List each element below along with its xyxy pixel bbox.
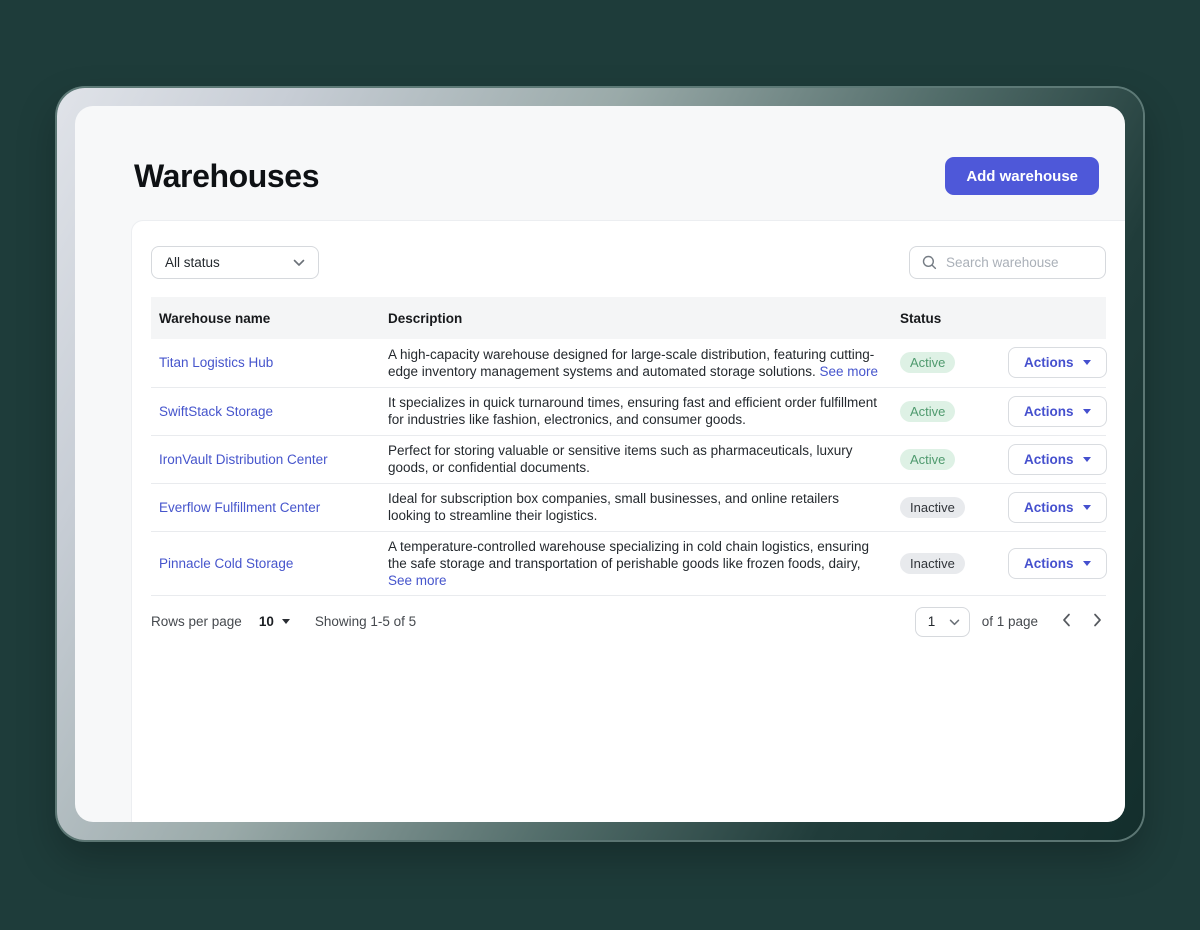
status-badge: Active — [900, 449, 955, 470]
warehouse-name-link[interactable]: Pinnacle Cold Storage — [159, 556, 293, 571]
table-toolbar: All status — [151, 246, 1106, 279]
app-card: Warehouses Add warehouse All status — [75, 106, 1125, 822]
warehouse-name-link[interactable]: Everflow Fulfillment Center — [159, 500, 320, 515]
warehouse-name-link[interactable]: SwiftStack Storage — [159, 404, 273, 419]
warehouse-description: Perfect for storing valuable or sensitiv… — [388, 442, 884, 476]
page-number-select[interactable]: 1 — [915, 607, 970, 637]
add-warehouse-button[interactable]: Add warehouse — [945, 157, 1099, 195]
warehouses-table: Warehouse name Description Status Titan … — [151, 297, 1106, 596]
chevron-down-icon — [293, 255, 305, 270]
previous-page-button[interactable] — [1058, 609, 1075, 634]
actions-button[interactable]: Actions — [1008, 444, 1107, 475]
status-filter-value: All status — [165, 255, 220, 270]
rows-per-page-select[interactable]: 10 — [259, 614, 290, 629]
chevron-left-icon — [1062, 613, 1071, 630]
rows-per-page-value: 10 — [259, 614, 274, 629]
column-warehouse-name: Warehouse name — [151, 297, 380, 339]
actions-button-label: Actions — [1024, 355, 1074, 370]
next-page-button[interactable] — [1089, 609, 1106, 634]
showing-range-text: Showing 1-5 of 5 — [315, 614, 416, 629]
table-row: Everflow Fulfillment Center Ideal for sub… — [151, 483, 1106, 531]
table-header: Warehouse name Description Status — [151, 297, 1106, 339]
chevron-down-icon — [949, 614, 960, 629]
table-row: IronVault Distribution Center Perfect for… — [151, 435, 1106, 483]
warehouse-description: A high-capacity warehouse designed for l… — [388, 346, 884, 380]
column-status: Status — [892, 297, 1000, 339]
page-header: Warehouses Add warehouse — [75, 106, 1125, 220]
see-more-link[interactable]: See more — [388, 573, 447, 588]
actions-button[interactable]: Actions — [1008, 396, 1107, 427]
page-navigation: 1 of 1 page — [915, 607, 1106, 637]
page-count-text: of 1 page — [982, 614, 1038, 629]
actions-button-label: Actions — [1024, 404, 1074, 419]
caret-down-icon — [1083, 457, 1091, 462]
rows-per-page-label: Rows per page — [151, 614, 242, 629]
search-warehouse-box[interactable] — [909, 246, 1106, 279]
caret-down-icon — [282, 619, 290, 624]
column-description: Description — [380, 297, 892, 339]
status-badge: Active — [900, 401, 955, 422]
caret-down-icon — [1083, 505, 1091, 510]
status-badge: Inactive — [900, 497, 965, 518]
caret-down-icon — [1083, 360, 1091, 365]
desktop-background: Warehouses Add warehouse All status — [0, 0, 1200, 930]
warehouse-description: A temperature-controlled warehouse speci… — [388, 538, 884, 589]
page-number-value: 1 — [928, 614, 936, 629]
table-row: SwiftStack Storage It specializes in quic… — [151, 387, 1106, 435]
actions-button-label: Actions — [1024, 556, 1074, 571]
status-badge: Active — [900, 352, 955, 373]
actions-button[interactable]: Actions — [1008, 548, 1107, 579]
warehouse-description: Ideal for subscription box companies, sm… — [388, 490, 884, 524]
actions-button-label: Actions — [1024, 500, 1074, 515]
actions-button[interactable]: Actions — [1008, 492, 1107, 523]
status-badge: Inactive — [900, 553, 965, 574]
actions-button-label: Actions — [1024, 452, 1074, 467]
table-body: Titan Logistics Hub A high-capacity wareh… — [151, 339, 1106, 595]
page-title: Warehouses — [134, 158, 319, 195]
warehouse-name-link[interactable]: IronVault Distribution Center — [159, 452, 328, 467]
window-frame: Warehouses Add warehouse All status — [57, 88, 1143, 840]
status-filter-select[interactable]: All status — [151, 246, 319, 279]
warehouse-name-link[interactable]: Titan Logistics Hub — [159, 355, 273, 370]
see-more-link[interactable]: See more — [820, 364, 879, 379]
chevron-right-icon — [1093, 613, 1102, 630]
warehouses-panel: All status — [131, 220, 1125, 822]
search-input[interactable] — [946, 255, 1093, 270]
caret-down-icon — [1083, 561, 1091, 566]
search-icon — [922, 255, 937, 270]
column-actions — [1000, 297, 1106, 339]
caret-down-icon — [1083, 409, 1091, 414]
table-row: Pinnacle Cold Storage A temperature-contr… — [151, 531, 1106, 595]
actions-button[interactable]: Actions — [1008, 347, 1107, 378]
pagination-bar: Rows per page 10 Showing 1-5 of 5 1 — [151, 596, 1106, 648]
table-row: Titan Logistics Hub A high-capacity wareh… — [151, 339, 1106, 387]
warehouse-description: It specializes in quick turnaround times… — [388, 394, 884, 428]
